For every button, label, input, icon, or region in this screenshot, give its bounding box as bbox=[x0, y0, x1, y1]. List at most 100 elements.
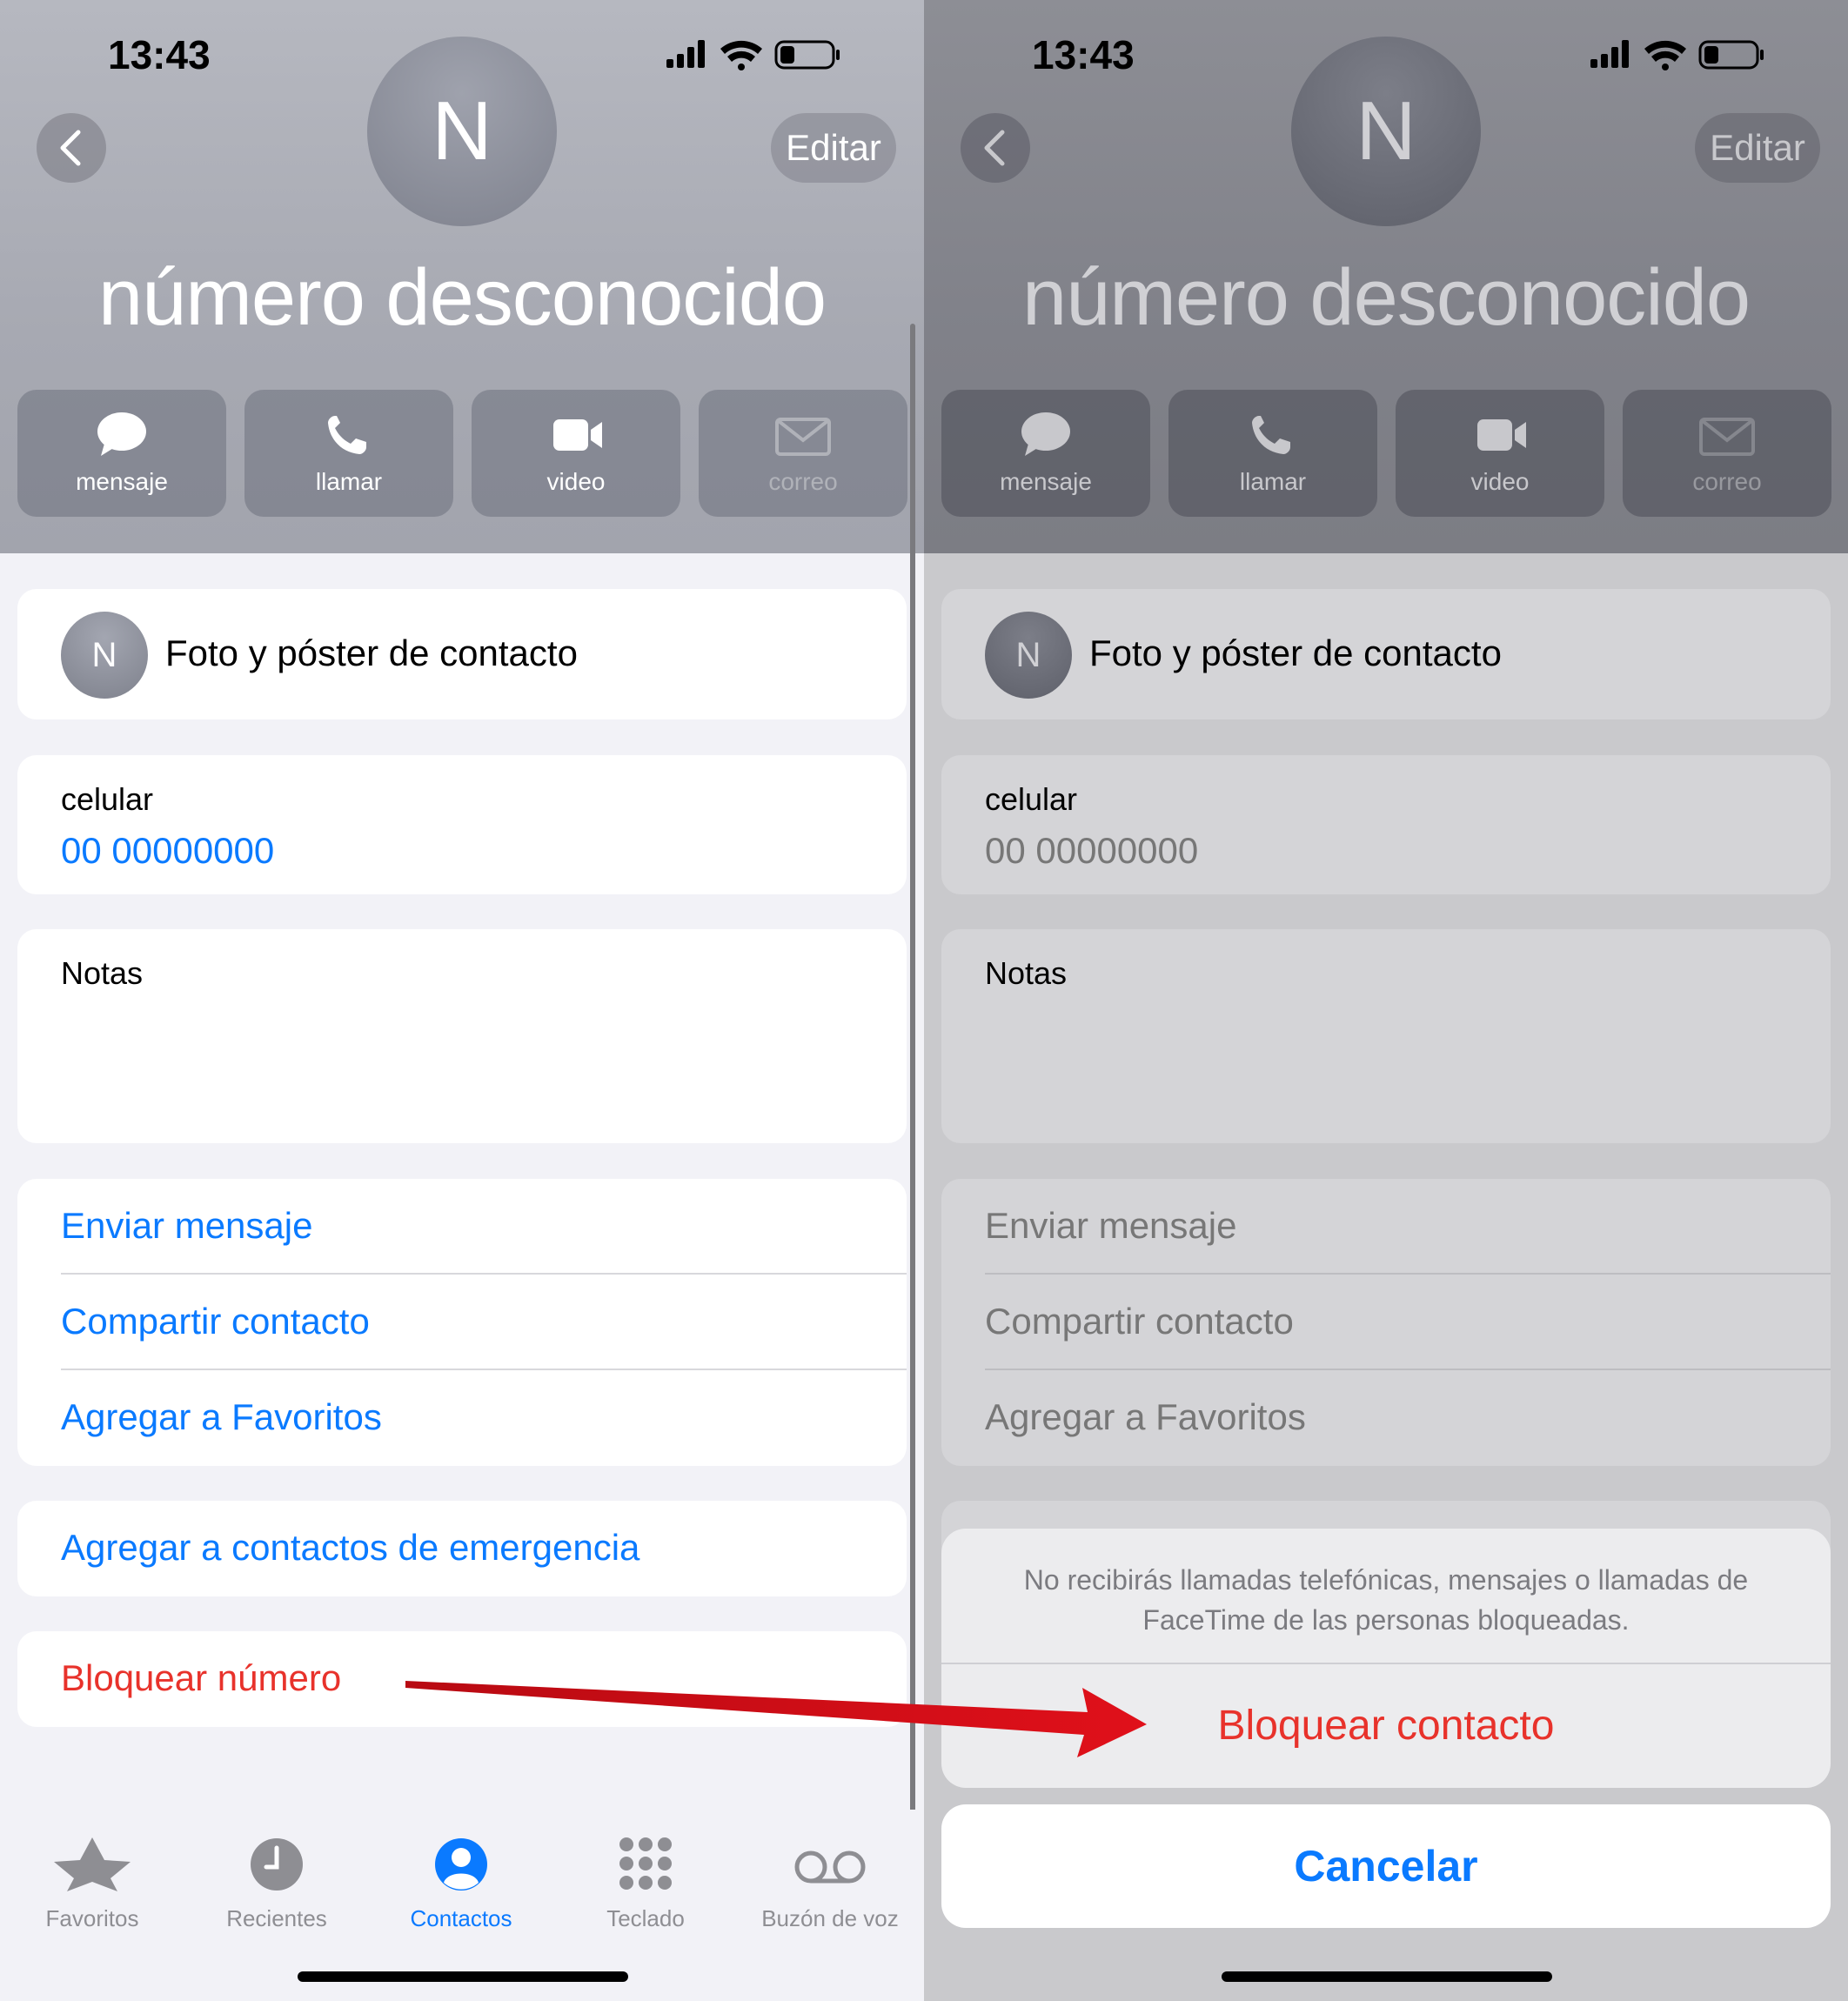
status-icons bbox=[663, 37, 854, 71]
chevron-left-icon bbox=[60, 130, 81, 166]
tab-buzon-de-voz[interactable]: Buzón de voz bbox=[743, 1836, 917, 1940]
block-number-row[interactable]: Bloquear número bbox=[17, 1631, 907, 1727]
envelope-icon bbox=[775, 418, 831, 456]
edit-button[interactable]: Editar bbox=[1695, 113, 1820, 183]
message-bubble-icon bbox=[1021, 412, 1070, 456]
share-contact-row[interactable]: Compartir contacto bbox=[941, 1275, 1831, 1370]
block-number-card[interactable]: Bloquear número bbox=[17, 1631, 907, 1727]
action-label: video bbox=[1470, 468, 1530, 495]
scrollbar[interactable] bbox=[910, 324, 915, 1816]
add-emergency-link[interactable]: Agregar a contactos de emergencia bbox=[61, 1527, 639, 1569]
cellular-signal-icon bbox=[666, 40, 705, 68]
contact-name: número desconocido bbox=[97, 253, 827, 342]
status-icons bbox=[1587, 37, 1778, 71]
home-indicator[interactable] bbox=[298, 1971, 628, 1982]
cancel-button[interactable]: Cancelar bbox=[941, 1804, 1831, 1928]
video-action-button[interactable]: video bbox=[1396, 390, 1604, 517]
notes-card[interactable]: Notas bbox=[941, 929, 1831, 1143]
voicemail-icon bbox=[794, 1850, 866, 1884]
action-label: llamar bbox=[1239, 468, 1307, 495]
home-indicator[interactable] bbox=[1222, 1971, 1552, 1982]
video-camera-icon bbox=[1477, 419, 1526, 451]
tab-contactos[interactable]: Contactos bbox=[374, 1836, 548, 1940]
send-message-link[interactable]: Enviar mensaje bbox=[985, 1205, 1236, 1247]
status-time: 13:43 bbox=[108, 32, 211, 77]
contact-avatar[interactable]: N bbox=[1291, 37, 1481, 226]
tab-favoritos[interactable]: Favoritos bbox=[5, 1836, 179, 1940]
add-favorites-row[interactable]: Agregar a Favoritos bbox=[17, 1370, 907, 1466]
back-button[interactable] bbox=[961, 113, 1030, 183]
contact-actions-card: Enviar mensaje Compartir contacto Agrega… bbox=[941, 1179, 1831, 1466]
action-label: video bbox=[546, 468, 606, 495]
phone-number-link[interactable]: 00 00000000 bbox=[61, 830, 274, 872]
block-action-sheet: No recibirás llamadas telefónicas, mensa… bbox=[941, 1529, 1831, 1788]
phone-icon bbox=[328, 416, 366, 454]
message-action-button[interactable]: mensaje bbox=[17, 390, 226, 517]
quick-actions: mensaje llamar video correo bbox=[17, 390, 908, 517]
notes-label: Notas bbox=[985, 955, 1068, 991]
phone-type-label: celular bbox=[985, 781, 1078, 817]
send-message-row[interactable]: Enviar mensaje bbox=[941, 1179, 1831, 1275]
tab-label: Teclado bbox=[606, 1905, 685, 1931]
mail-action-button[interactable]: correo bbox=[699, 390, 907, 517]
battery-icon bbox=[774, 40, 840, 70]
cellular-signal-icon bbox=[1590, 40, 1629, 68]
send-message-link[interactable]: Enviar mensaje bbox=[61, 1205, 312, 1247]
block-number-link[interactable]: Bloquear número bbox=[61, 1657, 341, 1699]
tab-label: Recientes bbox=[226, 1905, 327, 1931]
action-label: mensaje bbox=[76, 468, 168, 495]
action-label: mensaje bbox=[1000, 468, 1092, 495]
video-action-button[interactable]: video bbox=[472, 390, 680, 517]
action-label: llamar bbox=[315, 468, 383, 495]
tab-label: Contactos bbox=[410, 1905, 512, 1931]
notes-label: Notas bbox=[61, 955, 144, 991]
phone-number-link[interactable]: 00 00000000 bbox=[985, 830, 1198, 872]
small-avatar: N bbox=[985, 612, 1072, 699]
tab-label: Favoritos bbox=[45, 1905, 139, 1931]
share-contact-link[interactable]: Compartir contacto bbox=[985, 1301, 1294, 1342]
contact-photo-poster-row[interactable]: N Foto y póster de contacto bbox=[17, 589, 907, 719]
tab-label: Buzón de voz bbox=[761, 1905, 899, 1931]
notes-card[interactable]: Notas bbox=[17, 929, 907, 1143]
call-action-button[interactable]: llamar bbox=[1168, 390, 1377, 517]
clock-icon bbox=[251, 1838, 303, 1891]
contact-name: número desconocido bbox=[1021, 253, 1751, 342]
right-screen: 13:43 N Editar número desconocido mensaj… bbox=[924, 0, 1848, 2001]
add-favorites-link[interactable]: Agregar a Favoritos bbox=[61, 1396, 382, 1438]
share-contact-link[interactable]: Compartir contacto bbox=[61, 1301, 370, 1342]
keypad-icon bbox=[619, 1837, 672, 1890]
edit-button[interactable]: Editar bbox=[771, 113, 896, 183]
contact-photo-poster-row[interactable]: N Foto y póster de contacto bbox=[941, 589, 1831, 719]
envelope-icon bbox=[1699, 418, 1755, 456]
wifi-icon bbox=[1644, 40, 1686, 70]
send-message-row[interactable]: Enviar mensaje bbox=[17, 1179, 907, 1275]
phone-card[interactable]: celular 00 00000000 bbox=[17, 755, 907, 894]
person-circle-icon bbox=[435, 1838, 487, 1891]
tab-recientes[interactable]: Recientes bbox=[190, 1836, 364, 1940]
add-emergency-row[interactable]: Agregar a contactos de emergencia bbox=[17, 1501, 907, 1596]
battery-icon bbox=[1698, 40, 1764, 70]
add-favorites-link[interactable]: Agregar a Favoritos bbox=[985, 1396, 1306, 1438]
block-contact-button[interactable]: Bloquear contacto bbox=[941, 1664, 1831, 1788]
photo-poster-label: Foto y póster de contacto bbox=[1089, 632, 1502, 673]
action-label: correo bbox=[1692, 468, 1762, 495]
star-icon bbox=[54, 1837, 131, 1891]
add-favorites-row[interactable]: Agregar a Favoritos bbox=[941, 1370, 1831, 1466]
call-action-button[interactable]: llamar bbox=[244, 390, 453, 517]
quick-actions: mensaje llamar video correo bbox=[941, 390, 1832, 517]
left-screen: 13:43 N Editar número desconocido mensaj… bbox=[0, 0, 924, 2001]
mail-action-button[interactable]: correo bbox=[1623, 390, 1831, 517]
contact-header: 13:43 N Editar número desconocido mensaj… bbox=[924, 0, 1848, 553]
phone-type-label: celular bbox=[61, 781, 154, 817]
video-camera-icon bbox=[553, 419, 602, 451]
message-action-button[interactable]: mensaje bbox=[941, 390, 1150, 517]
emergency-contact-card[interactable]: Agregar a contactos de emergencia bbox=[17, 1501, 907, 1596]
tab-teclado[interactable]: Teclado bbox=[559, 1836, 733, 1940]
status-time: 13:43 bbox=[1032, 32, 1135, 77]
share-contact-row[interactable]: Compartir contacto bbox=[17, 1275, 907, 1370]
small-avatar: N bbox=[61, 612, 148, 699]
chevron-left-icon bbox=[984, 130, 1005, 166]
phone-card[interactable]: celular 00 00000000 bbox=[941, 755, 1831, 894]
contact-avatar[interactable]: N bbox=[367, 37, 557, 226]
back-button[interactable] bbox=[37, 113, 106, 183]
